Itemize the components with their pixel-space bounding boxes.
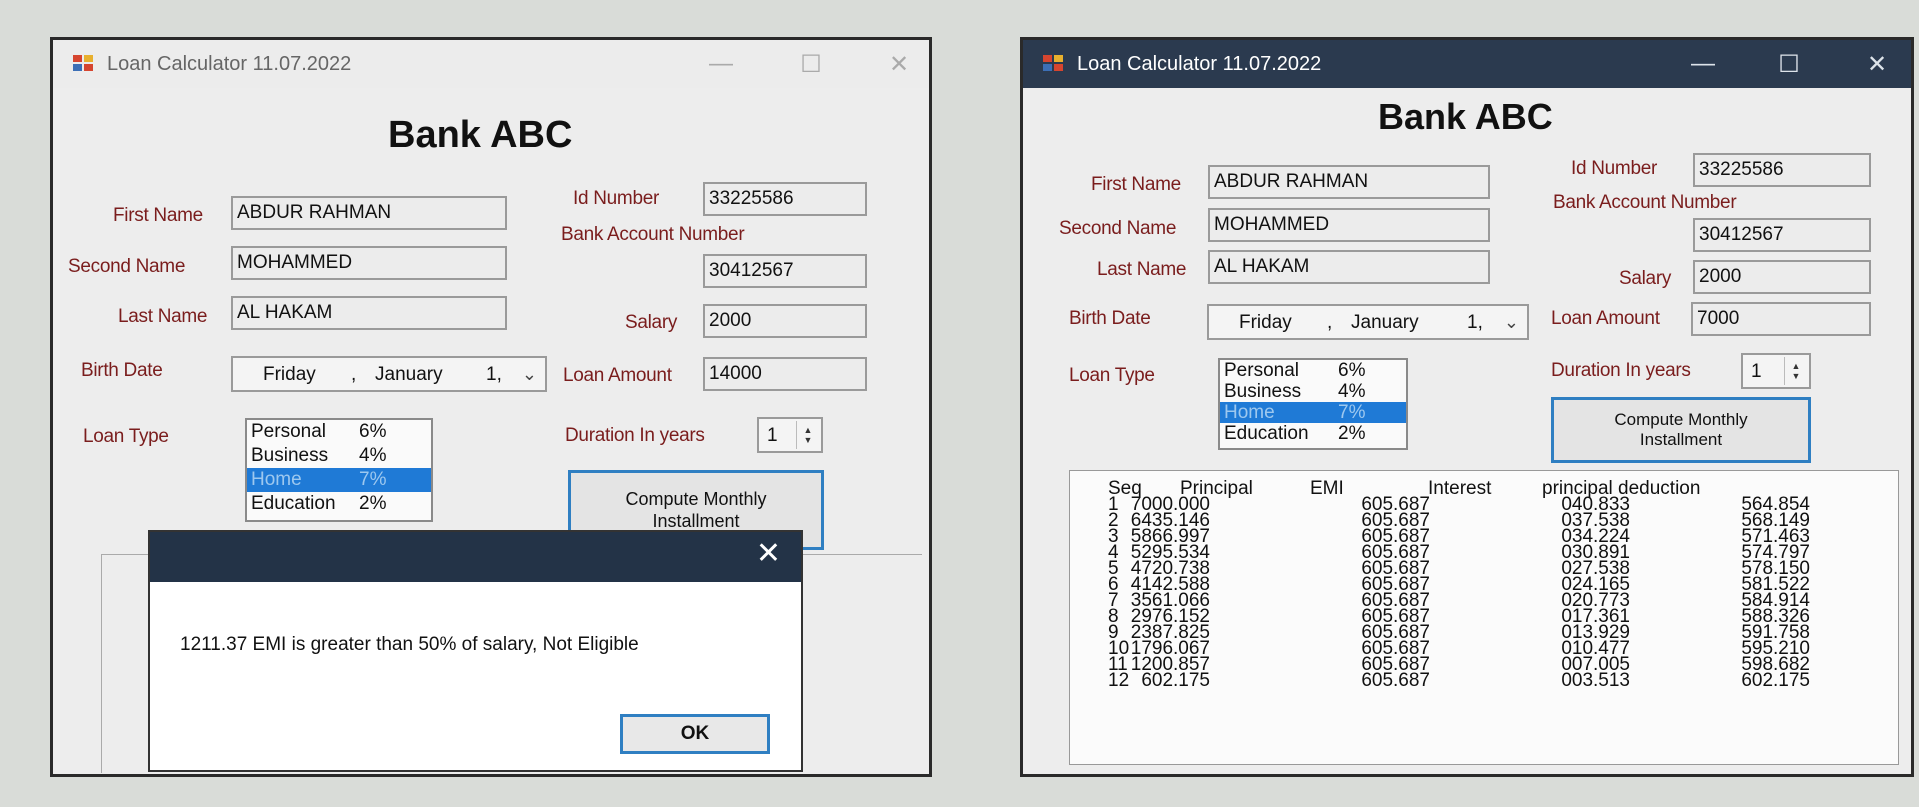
birth-date-label: Birth Date: [81, 360, 163, 381]
duration-value: 1: [1751, 361, 1762, 382]
id-number-label: Id Number: [573, 188, 660, 209]
maximize-icon[interactable]: ☐: [793, 46, 829, 82]
loan-type-label: Loan Type: [83, 426, 169, 447]
cell-principal: 602.175: [1141, 670, 1210, 691]
title-bar[interactable]: Loan Calculator 11.07.2022 — ☐ ✕: [1023, 40, 1911, 88]
maximize-icon[interactable]: ☐: [1771, 46, 1807, 82]
second-name-field[interactable]: MOHAMMED: [1208, 208, 1490, 242]
table-row[interactable]: 12 602.175 605.687 003.513 602.175: [1070, 670, 1900, 691]
loan-amount-label: Loan Amount: [1551, 308, 1660, 329]
header-interest: Interest: [1428, 478, 1492, 499]
app-icon: [1043, 55, 1065, 73]
salary-label: Salary: [625, 312, 678, 333]
bank-account-label: Bank Account Number: [561, 224, 745, 245]
day: 1,: [486, 364, 502, 385]
salary-label: Salary: [1619, 268, 1672, 289]
loan-type-business[interactable]: Business 4%: [247, 444, 431, 468]
duration-stepper[interactable]: 1 ▲ ▼: [757, 417, 823, 453]
duration-value: 1: [767, 425, 778, 446]
chevron-down-icon[interactable]: ⌄: [1504, 312, 1519, 333]
second-name-label: Second Name: [1059, 218, 1177, 239]
salary-field[interactable]: 2000: [703, 304, 867, 338]
last-name-field[interactable]: AL HAKAM: [231, 296, 507, 330]
amortization-table[interactable]: Seq Principal EMI Interest principal deducti…: [1069, 470, 1899, 765]
loan-type-personal[interactable]: Personal 6%: [247, 420, 431, 444]
id-number-label: Id Number: [1571, 158, 1658, 179]
month: January: [375, 364, 443, 385]
cell-interest: 003.513: [1561, 670, 1630, 691]
compute-button[interactable]: Compute Monthly Installment: [1551, 397, 1811, 463]
window-title: Loan Calculator 11.07.2022: [1077, 52, 1322, 75]
first-name-field[interactable]: ABDUR RAHMAN: [231, 196, 507, 230]
not-eligible-dialog: ✕ 1211.37 EMI is greater than 50% of sal…: [148, 530, 803, 772]
spin-arrows-icon[interactable]: ▲ ▼: [796, 421, 819, 449]
cell-seq: 12: [1108, 670, 1130, 691]
loan-amount-label: Loan Amount: [563, 365, 672, 386]
spin-arrows-icon[interactable]: ▲ ▼: [1784, 357, 1807, 385]
loan-type-home[interactable]: Home 7%: [247, 468, 431, 492]
loan-type-education[interactable]: Education 2%: [247, 492, 431, 516]
last-name-label: Last Name: [118, 306, 208, 327]
date-separator: ,: [1327, 312, 1333, 333]
app-icon: [73, 55, 95, 73]
bank-account-field[interactable]: 30412567: [1693, 218, 1871, 252]
header-emi: EMI: [1310, 478, 1344, 499]
minimize-icon[interactable]: —: [1685, 46, 1721, 82]
loan-type-education[interactable]: Education 2%: [1220, 423, 1406, 444]
bank-account-label: Bank Account Number: [1553, 192, 1737, 213]
cell-emi: 605.687: [1361, 670, 1430, 691]
loan-type-list[interactable]: Personal 6% Business 4% Home 7% Education 2%: [1218, 358, 1408, 450]
day-name: Friday: [263, 364, 316, 385]
loan-type-list[interactable]: Personal 6% Business 4% Home 7% Education 2%: [245, 418, 433, 522]
id-number-field[interactable]: 33225586: [1693, 153, 1871, 187]
cell-principal-deduction: 602.175: [1741, 670, 1810, 691]
dialog-message: 1211.37 EMI is greater than 50% of salar…: [180, 634, 639, 655]
second-name-label: Second Name: [68, 256, 186, 277]
dialog-title-bar[interactable]: ✕: [150, 532, 801, 582]
duration-label: Duration In years: [1551, 360, 1691, 381]
salary-field[interactable]: 2000: [1693, 260, 1871, 294]
bank-title: Bank ABC: [388, 114, 573, 156]
duration-label: Duration In years: [565, 425, 705, 446]
loan-type-personal[interactable]: Personal 6%: [1220, 360, 1406, 381]
month: January: [1351, 312, 1419, 333]
close-icon[interactable]: ✕: [881, 46, 917, 82]
bank-title: Bank ABC: [1378, 96, 1553, 137]
day: 1,: [1467, 312, 1483, 333]
day-name: Friday: [1239, 312, 1292, 333]
birth-date-picker[interactable]: Friday , January 1, ⌄: [1207, 304, 1529, 340]
second-name-field[interactable]: MOHAMMED: [231, 246, 507, 280]
duration-stepper[interactable]: 1 ▲ ▼: [1741, 353, 1811, 389]
loan-type-home[interactable]: Home 7%: [1220, 402, 1406, 423]
first-name-field[interactable]: ABDUR RAHMAN: [1208, 165, 1490, 199]
title-bar[interactable]: Loan Calculator 11.07.2022 — ☐ ✕: [53, 40, 929, 88]
loan-type-label: Loan Type: [1069, 365, 1155, 386]
window-title: Loan Calculator 11.07.2022: [107, 52, 352, 75]
bank-account-field[interactable]: 30412567: [703, 254, 867, 288]
last-name-label: Last Name: [1097, 259, 1187, 280]
loan-amount-field[interactable]: 7000: [1691, 302, 1871, 336]
first-name-label: First Name: [1091, 174, 1181, 195]
birth-date-label: Birth Date: [1069, 308, 1151, 329]
ok-button[interactable]: OK: [620, 714, 770, 754]
loan-type-business[interactable]: Business 4%: [1220, 381, 1406, 402]
date-separator: ,: [351, 364, 357, 385]
loan-amount-field[interactable]: 14000: [703, 357, 867, 391]
first-name-label: First Name: [113, 205, 203, 226]
chevron-down-icon[interactable]: ⌄: [522, 364, 537, 385]
schedule-table: Seq Principal EMI Interest principal deducti…: [1070, 478, 1900, 691]
dialog-close-icon[interactable]: ✕: [756, 536, 781, 571]
loan-calculator-window-right: Loan Calculator 11.07.2022 — ☐ ✕ Bank AB…: [1020, 37, 1914, 777]
id-number-field[interactable]: 33225586: [703, 182, 867, 216]
last-name-field[interactable]: AL HAKAM: [1208, 250, 1490, 284]
birth-date-picker[interactable]: Friday , January 1, ⌄: [231, 356, 547, 392]
close-icon[interactable]: ✕: [1859, 46, 1895, 82]
minimize-icon[interactable]: —: [703, 46, 739, 82]
